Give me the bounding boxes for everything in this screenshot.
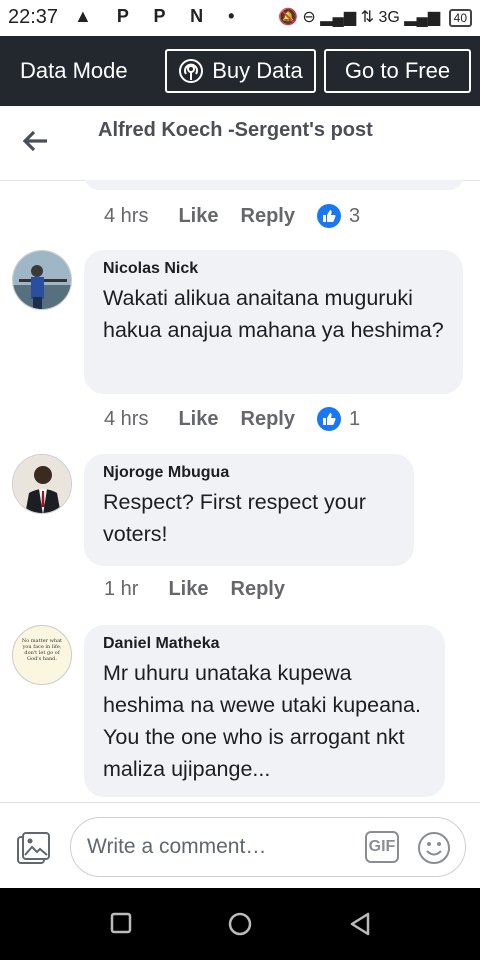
android-nav-bar	[0, 888, 480, 960]
emoji-icon[interactable]	[417, 831, 451, 865]
reaction-count: 1	[348, 407, 361, 430]
comment-text: Wakati alikua anaitana muguruki hakua an…	[103, 286, 444, 342]
signal-icons: 🔕 ⊖ ▂▄▆ ⇅ 3G ▂▄▆	[277, 9, 441, 26]
avatar-quote-image: No matter what you face in life, don't l…	[21, 638, 63, 662]
previous-comment-bubble[interactable]	[84, 180, 464, 190]
broadcast-icon	[179, 59, 204, 83]
like-button[interactable]: Like	[178, 205, 218, 228]
buy-data-button[interactable]: Buy Data	[165, 49, 316, 93]
thumbs-up-icon	[316, 204, 341, 228]
buy-data-label: Buy Data	[212, 58, 303, 83]
comment-bubble[interactable]: Daniel Matheka Mr uhuru unataka kupewa h…	[84, 625, 445, 797]
post-header: Alfred Koech -Sergent's post	[0, 106, 480, 181]
avatar-njoroge-mbugua[interactable]	[12, 454, 72, 514]
reaction-summary[interactable]: 3	[316, 204, 361, 228]
like-button[interactable]: Like	[168, 578, 208, 601]
reply-button[interactable]: Reply	[241, 205, 295, 228]
comments-list[interactable]: 4 hrs Like Reply 3 Nicolas Nick Wakati a…	[0, 180, 480, 802]
comment-time: 4 hrs	[104, 407, 149, 430]
status-time: 22:37	[8, 6, 59, 28]
like-button[interactable]: Like	[178, 408, 218, 431]
comment-time: 4 hrs	[104, 204, 149, 227]
system-icons: 🔕 ⊖ ▂▄▆ ⇅ 3G ▂▄▆ 40	[278, 7, 472, 27]
avatar-daniel-matheka[interactable]: No matter what you face in life, don't l…	[12, 625, 72, 685]
home-icon[interactable]	[228, 912, 252, 936]
comment-author[interactable]: Daniel Matheka	[103, 635, 427, 653]
comment-author[interactable]: Njoroge Mbugua	[103, 464, 396, 482]
photo-icon[interactable]	[16, 831, 52, 865]
recent-apps-icon[interactable]	[110, 912, 132, 934]
comment-actions: 1 hr Like Reply	[104, 578, 307, 601]
reaction-count: 3	[348, 204, 361, 227]
comment-placeholder: Write a comment…	[87, 835, 267, 858]
reply-button[interactable]: Reply	[231, 578, 285, 601]
reaction-summary[interactable]: 1	[316, 407, 361, 431]
comment-author[interactable]: Nicolas Nick	[103, 260, 445, 278]
comment-bubble[interactable]: Nicolas Nick Wakati alikua anaitana mugu…	[84, 250, 463, 394]
comment-bubble[interactable]: Njoroge Mbugua Respect? First respect yo…	[84, 454, 414, 566]
notification-icons: ▲ P P N •	[74, 6, 245, 26]
comment-text: Respect? First respect your voters!	[103, 490, 366, 546]
status-bar: 22:37 ▲ P P N • 🔕 ⊖ ▂▄▆ ⇅ 3G ▂▄▆ 40	[0, 0, 480, 36]
thumbs-up-icon	[316, 407, 341, 431]
comment-composer: Write a comment… GIF	[0, 802, 480, 889]
reply-button[interactable]: Reply	[241, 408, 295, 431]
back-arrow-icon[interactable]	[20, 126, 50, 156]
back-icon[interactable]	[348, 912, 372, 936]
go-to-free-label: Go to Free	[344, 58, 451, 83]
page-title: Alfred Koech -Sergent's post	[98, 119, 373, 141]
avatar-nicolas-nick[interactable]	[12, 250, 72, 310]
comment-actions: 4 hrs Like Reply 3	[104, 204, 360, 228]
battery-icon: 40	[448, 9, 472, 27]
data-mode-bar: Data Mode Buy Data Go to Free	[0, 36, 480, 106]
comment-input[interactable]: Write a comment… GIF	[70, 817, 466, 877]
go-to-free-button[interactable]: Go to Free	[324, 49, 471, 93]
comment-time: 1 hr	[104, 578, 139, 600]
comment-text: Mr uhuru unataka kupewa heshima na wewe …	[103, 661, 421, 781]
comment-actions: 4 hrs Like Reply 1	[104, 407, 360, 431]
data-mode-label: Data Mode	[20, 58, 128, 83]
gif-button[interactable]: GIF	[365, 831, 399, 863]
